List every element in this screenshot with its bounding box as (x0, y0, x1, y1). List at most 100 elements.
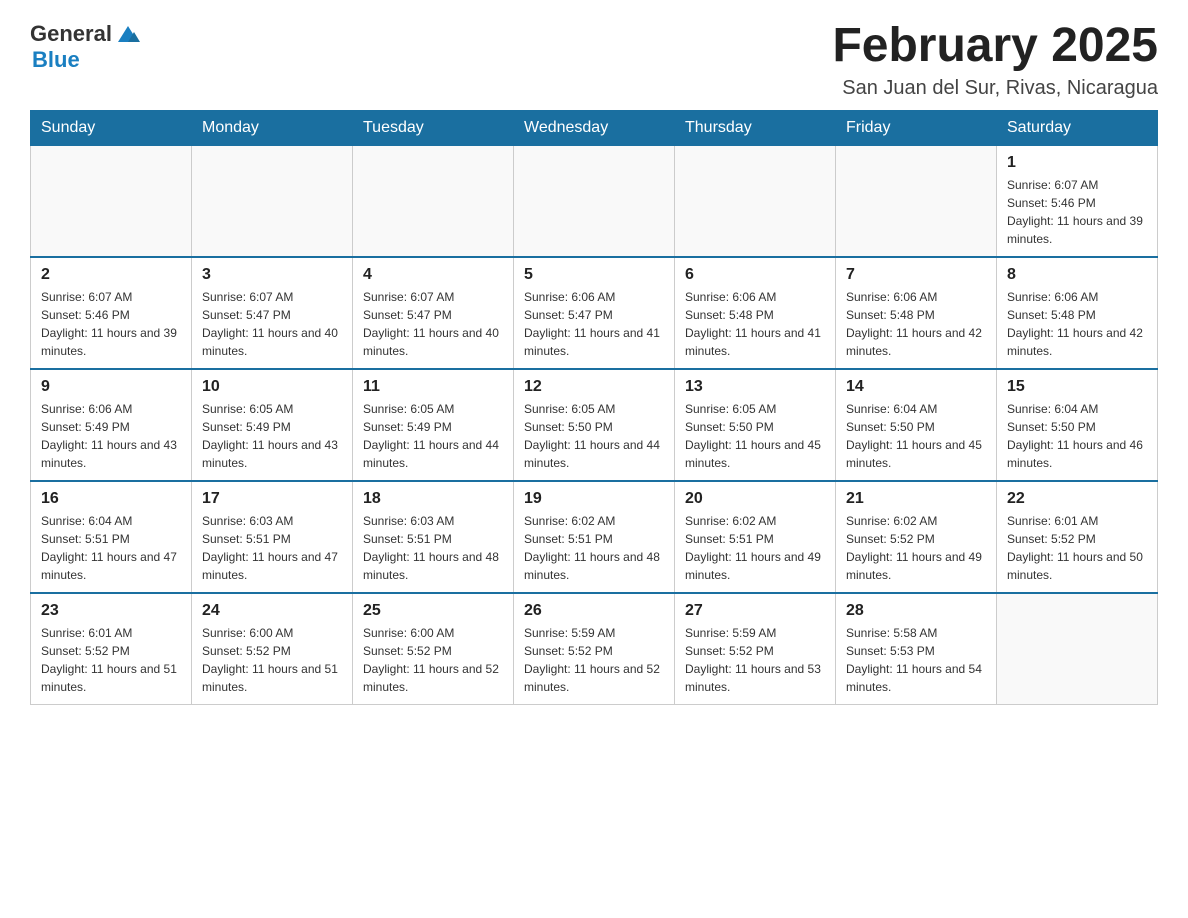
table-row (353, 145, 514, 257)
table-row: 11 Sunrise: 6:05 AMSunset: 5:49 PMDayligh… (353, 369, 514, 481)
day-info: Sunrise: 6:05 AMSunset: 5:50 PMDaylight:… (524, 400, 664, 472)
table-row: 19 Sunrise: 6:02 AMSunset: 5:51 PMDayligh… (514, 481, 675, 593)
day-number: 11 (363, 378, 503, 396)
day-number: 28 (846, 602, 986, 620)
day-info: Sunrise: 6:05 AMSunset: 5:50 PMDaylight:… (685, 400, 825, 472)
day-info: Sunrise: 6:01 AMSunset: 5:52 PMDaylight:… (41, 624, 181, 696)
table-row: 16 Sunrise: 6:04 AMSunset: 5:51 PMDayligh… (31, 481, 192, 593)
page-header: General Blue February 2025 San Juan del … (30, 20, 1158, 100)
table-row: 17 Sunrise: 6:03 AMSunset: 5:51 PMDayligh… (192, 481, 353, 593)
table-row (514, 145, 675, 257)
day-info: Sunrise: 6:06 AMSunset: 5:47 PMDaylight:… (524, 288, 664, 360)
calendar-week-row: 1 Sunrise: 6:07 AMSunset: 5:46 PMDaylight… (31, 145, 1158, 257)
col-friday: Friday (836, 110, 997, 145)
day-info: Sunrise: 6:06 AMSunset: 5:48 PMDaylight:… (1007, 288, 1147, 360)
day-info: Sunrise: 6:02 AMSunset: 5:52 PMDaylight:… (846, 512, 986, 584)
table-row: 25 Sunrise: 6:00 AMSunset: 5:52 PMDayligh… (353, 593, 514, 705)
table-row: 6 Sunrise: 6:06 AMSunset: 5:48 PMDaylight… (675, 257, 836, 369)
table-row: 22 Sunrise: 6:01 AMSunset: 5:52 PMDayligh… (997, 481, 1158, 593)
table-row: 14 Sunrise: 6:04 AMSunset: 5:50 PMDayligh… (836, 369, 997, 481)
table-row: 27 Sunrise: 5:59 AMSunset: 5:52 PMDayligh… (675, 593, 836, 705)
day-info: Sunrise: 6:07 AMSunset: 5:46 PMDaylight:… (1007, 176, 1147, 248)
logo-text-blue: Blue (32, 48, 80, 72)
day-info: Sunrise: 5:58 AMSunset: 5:53 PMDaylight:… (846, 624, 986, 696)
day-number: 16 (41, 490, 181, 508)
table-row: 10Sunrise: 6:05 AMSunset: 5:49 PMDayligh… (192, 369, 353, 481)
day-number: 7 (846, 266, 986, 284)
day-number: 26 (524, 602, 664, 620)
table-row: 18 Sunrise: 6:03 AMSunset: 5:51 PMDayligh… (353, 481, 514, 593)
day-number: 8 (1007, 266, 1147, 284)
day-info: Sunrise: 6:03 AMSunset: 5:51 PMDaylight:… (202, 512, 342, 584)
day-info: Sunrise: 6:07 AMSunset: 5:46 PMDaylight:… (41, 288, 181, 360)
calendar-week-row: 2 Sunrise: 6:07 AMSunset: 5:46 PMDaylight… (31, 257, 1158, 369)
logo-icon (114, 20, 142, 48)
day-number: 22 (1007, 490, 1147, 508)
title-block: February 2025 San Juan del Sur, Rivas, N… (832, 20, 1158, 100)
location-title: San Juan del Sur, Rivas, Nicaragua (832, 77, 1158, 100)
day-number: 19 (524, 490, 664, 508)
col-tuesday: Tuesday (353, 110, 514, 145)
day-number: 4 (363, 266, 503, 284)
day-info: Sunrise: 6:06 AMSunset: 5:48 PMDaylight:… (685, 288, 825, 360)
table-row (836, 145, 997, 257)
logo-text-general: General (30, 22, 112, 46)
day-number: 23 (41, 602, 181, 620)
day-number: 2 (41, 266, 181, 284)
calendar-week-row: 23 Sunrise: 6:01 AMSunset: 5:52 PMDayligh… (31, 593, 1158, 705)
table-row (675, 145, 836, 257)
table-row: 23 Sunrise: 6:01 AMSunset: 5:52 PMDayligh… (31, 593, 192, 705)
day-number: 15 (1007, 378, 1147, 396)
table-row: 9Sunrise: 6:06 AMSunset: 5:49 PMDaylight… (31, 369, 192, 481)
calendar-header-row: Sunday Monday Tuesday Wednesday Thursday… (31, 110, 1158, 145)
day-info: Sunrise: 6:02 AMSunset: 5:51 PMDaylight:… (524, 512, 664, 584)
day-info: Sunrise: 6:02 AMSunset: 5:51 PMDaylight:… (685, 512, 825, 584)
day-info: Sunrise: 5:59 AMSunset: 5:52 PMDaylight:… (685, 624, 825, 696)
day-number: 25 (363, 602, 503, 620)
day-info: Sunrise: 6:01 AMSunset: 5:52 PMDaylight:… (1007, 512, 1147, 584)
table-row (192, 145, 353, 257)
calendar-table: Sunday Monday Tuesday Wednesday Thursday… (30, 110, 1158, 705)
day-number: 18 (363, 490, 503, 508)
calendar-week-row: 9Sunrise: 6:06 AMSunset: 5:49 PMDaylight… (31, 369, 1158, 481)
day-number: 13 (685, 378, 825, 396)
table-row: 20 Sunrise: 6:02 AMSunset: 5:51 PMDayligh… (675, 481, 836, 593)
table-row: 5 Sunrise: 6:06 AMSunset: 5:47 PMDaylight… (514, 257, 675, 369)
table-row: 12Sunrise: 6:05 AMSunset: 5:50 PMDayligh… (514, 369, 675, 481)
day-number: 3 (202, 266, 342, 284)
col-wednesday: Wednesday (514, 110, 675, 145)
col-monday: Monday (192, 110, 353, 145)
table-row: 13 Sunrise: 6:05 AMSunset: 5:50 PMDayligh… (675, 369, 836, 481)
day-number: 20 (685, 490, 825, 508)
table-row: 15 Sunrise: 6:04 AMSunset: 5:50 PMDayligh… (997, 369, 1158, 481)
day-number: 1 (1007, 154, 1147, 172)
day-number: 6 (685, 266, 825, 284)
col-thursday: Thursday (675, 110, 836, 145)
table-row: 26Sunrise: 5:59 AMSunset: 5:52 PMDayligh… (514, 593, 675, 705)
day-number: 14 (846, 378, 986, 396)
calendar-week-row: 16 Sunrise: 6:04 AMSunset: 5:51 PMDayligh… (31, 481, 1158, 593)
table-row: 1 Sunrise: 6:07 AMSunset: 5:46 PMDaylight… (997, 145, 1158, 257)
day-number: 21 (846, 490, 986, 508)
day-info: Sunrise: 6:05 AMSunset: 5:49 PMDaylight:… (202, 400, 342, 472)
table-row: 2 Sunrise: 6:07 AMSunset: 5:46 PMDaylight… (31, 257, 192, 369)
table-row: 24Sunrise: 6:00 AMSunset: 5:52 PMDayligh… (192, 593, 353, 705)
table-row: 3 Sunrise: 6:07 AMSunset: 5:47 PMDaylight… (192, 257, 353, 369)
day-info: Sunrise: 6:04 AMSunset: 5:50 PMDaylight:… (846, 400, 986, 472)
day-info: Sunrise: 6:07 AMSunset: 5:47 PMDaylight:… (363, 288, 503, 360)
day-info: Sunrise: 6:00 AMSunset: 5:52 PMDaylight:… (363, 624, 503, 696)
day-info: Sunrise: 6:04 AMSunset: 5:50 PMDaylight:… (1007, 400, 1147, 472)
table-row: 28 Sunrise: 5:58 AMSunset: 5:53 PMDayligh… (836, 593, 997, 705)
day-info: Sunrise: 6:06 AMSunset: 5:49 PMDaylight:… (41, 400, 181, 472)
day-info: Sunrise: 6:07 AMSunset: 5:47 PMDaylight:… (202, 288, 342, 360)
day-number: 17 (202, 490, 342, 508)
day-number: 27 (685, 602, 825, 620)
day-number: 5 (524, 266, 664, 284)
day-info: Sunrise: 6:03 AMSunset: 5:51 PMDaylight:… (363, 512, 503, 584)
table-row: 4 Sunrise: 6:07 AMSunset: 5:47 PMDaylight… (353, 257, 514, 369)
logo: General Blue (30, 20, 142, 72)
day-info: Sunrise: 6:05 AMSunset: 5:49 PMDaylight:… (363, 400, 503, 472)
col-sunday: Sunday (31, 110, 192, 145)
table-row: 21 Sunrise: 6:02 AMSunset: 5:52 PMDayligh… (836, 481, 997, 593)
day-info: Sunrise: 6:04 AMSunset: 5:51 PMDaylight:… (41, 512, 181, 584)
